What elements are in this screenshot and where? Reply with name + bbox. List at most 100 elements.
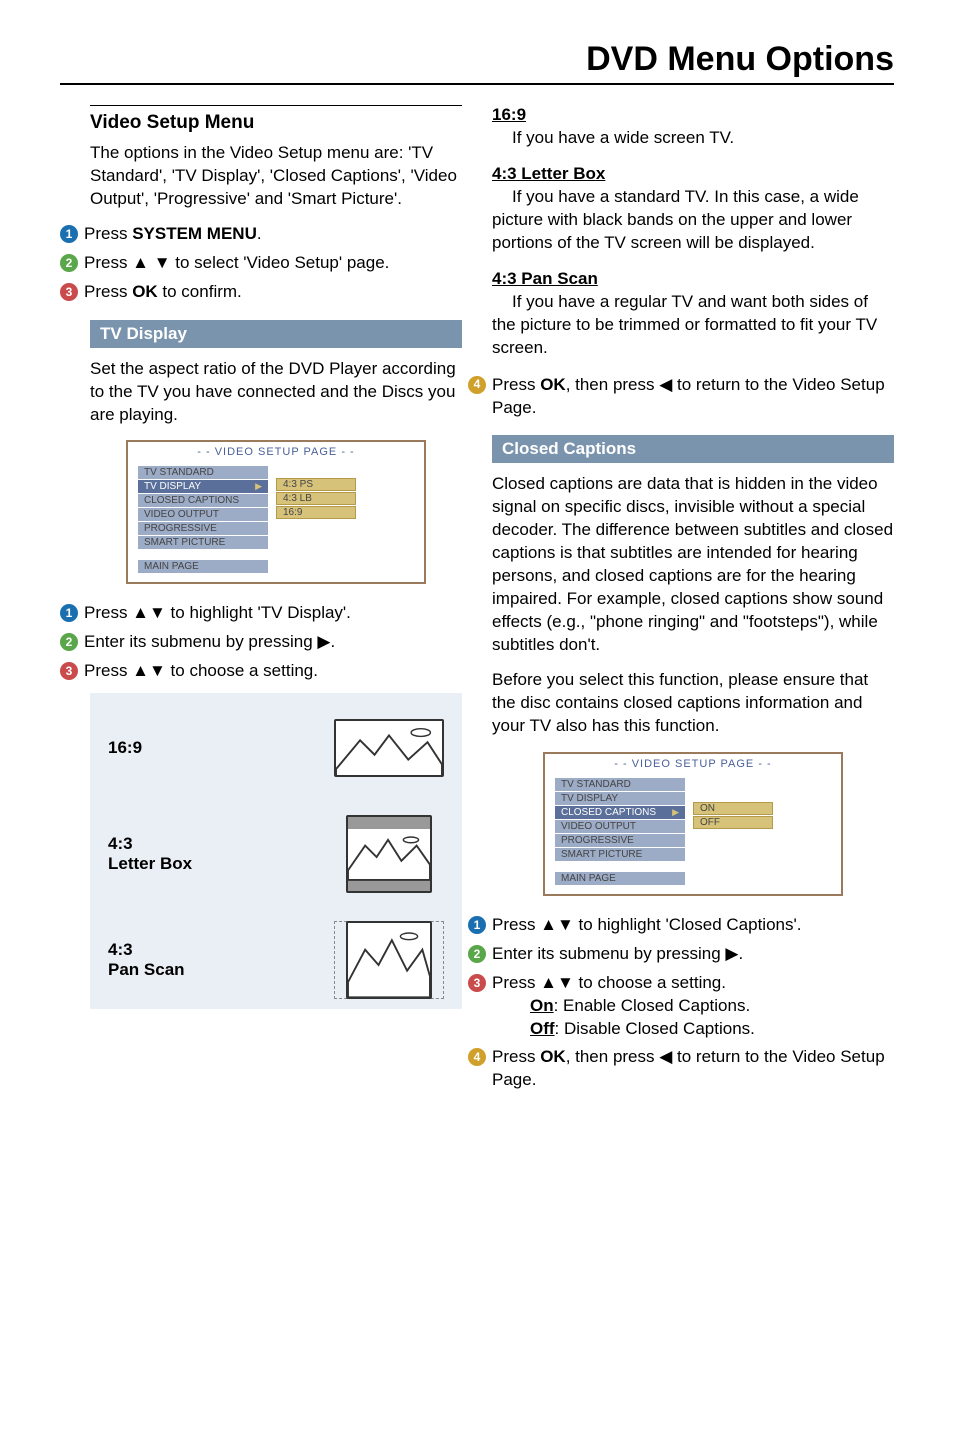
step-num-3-icon: 3 [60,283,78,301]
tv-icon-letterbox [334,815,444,893]
cc-on-desc: : Enable Closed Captions. [554,996,751,1015]
ms1-item-1-label: TV DISPLAY [144,481,201,492]
aspect-r2b: Letter Box [108,854,192,873]
ms1-item-5: SMART PICTURE [138,536,268,549]
step-1: 1 Press SYSTEM MENU. [60,223,462,246]
video-setup-screenshot-tv-display: - - VIDEO SETUP PAGE - - TV STANDARD TV … [126,440,426,584]
ms2-item-3: VIDEO OUTPUT [555,820,685,833]
video-setup-body: The options in the Video Setup menu are:… [90,142,462,211]
ms2-opt-1: OFF [693,816,773,829]
tv-display-body: Set the aspect ratio of the DVD Player a… [90,358,462,427]
right-column: 16:9 If you have a wide screen TV. 4:3 L… [492,105,894,1098]
cc-step4-a: Press [492,1047,540,1066]
ms2-item-2: CLOSED CAPTIONS ▶ [555,806,685,819]
aspect-label-letterbox: 4:3 Letter Box [108,834,192,875]
step-3: 3 Press OK to confirm. [60,281,462,304]
screenshot1-title: - - VIDEO SETUP PAGE - - [128,442,424,466]
cc-step-3-text: Press ▲▼ to choose a setting. On: Enable… [492,972,755,1041]
ms1-item-3: VIDEO OUTPUT [138,508,268,521]
cc-step-4-text: Press OK, then press ◀ to return to the … [492,1046,894,1092]
body-letterbox: If you have a standard TV. In this case,… [492,186,894,255]
ms1-opt-0: 4:3 PS [276,478,356,491]
ms1-item-0: TV STANDARD [138,466,268,479]
ms1-item-1: TV DISPLAY ▶ [138,480,268,493]
tv-step-1-text: Press ▲▼ to highlight 'TV Display'. [84,602,351,625]
ms1-opt-2: 16:9 [276,506,356,519]
screenshot2-title: - - VIDEO SETUP PAGE - - [545,754,841,778]
step-3-text: Press OK to confirm. [84,281,242,304]
ms2-opt-0: ON [693,802,773,815]
step-num-4-icon: 4 [468,376,486,394]
video-setup-screenshot-cc: - - VIDEO SETUP PAGE - - TV STANDARD TV … [543,752,843,896]
ms2-item-2-label: CLOSED CAPTIONS [561,807,656,818]
cc-step-1-text: Press ▲▼ to highlight 'Closed Captions'. [492,914,801,937]
aspect-label-16-9: 16:9 [108,738,142,758]
tv-step-4-text: Press OK, then press ◀ to return to the … [492,374,894,420]
aspect-label-panscan: 4:3 Pan Scan [108,940,185,981]
aspect-r3b: Pan Scan [108,960,185,979]
tv-icon-16-9 [334,709,444,787]
step-1-c: . [257,224,262,243]
step-2-text: Press ▲ ▼ to select 'Video Setup' page. [84,252,389,275]
step-1-b: SYSTEM MENU [132,224,257,243]
body-16-9: If you have a wide screen TV. [492,127,894,150]
body-panscan: If you have a regular TV and want both s… [492,291,894,360]
step-num-3-icon: 3 [468,974,486,992]
ms1-item-4: PROGRESSIVE [138,522,268,535]
aspect-ratio-box: 16:9 4:3 Letter Box [90,693,462,1009]
ms2-item-5: SMART PICTURE [555,848,685,861]
tv-step-4: 4 Press OK, then press ◀ to return to th… [468,374,894,420]
tv-step-3-text: Press ▲▼ to choose a setting. [84,660,318,683]
tv-icon-panscan [334,921,444,999]
ms1-item-2: CLOSED CAPTIONS [138,494,268,507]
step-3-a: Press [84,282,132,301]
step-3-b: OK [132,282,158,301]
mountain-icon [336,721,442,777]
ms2-main-page: MAIN PAGE [555,872,685,885]
chevron-right-icon: ▶ [255,481,262,492]
step-num-1-icon: 1 [60,225,78,243]
cc-step4-b: OK [540,1047,566,1066]
body-16-9-text: If you have a wide screen TV. [512,128,734,147]
aspect-r2a: 4:3 [108,834,133,853]
body-letterbox-text: If you have a standard TV. In this case,… [492,187,859,252]
left-column: Video Setup Menu The options in the Vide… [60,105,462,1098]
ms2-item-0: TV STANDARD [555,778,685,791]
step-num-2-icon: 2 [60,254,78,272]
cc-step3-a: Press ▲▼ to choose a setting. [492,973,726,992]
aspect-row-letterbox: 4:3 Letter Box [108,815,444,893]
step-num-2-icon: 2 [60,633,78,651]
step-1-a: Press [84,224,132,243]
body-panscan-text: If you have a regular TV and want both s… [492,292,877,357]
tv-step-2-text: Enter its submenu by pressing ▶. [84,631,335,654]
ms1-opt-1: 4:3 LB [276,492,356,505]
cc-off-label: Off [530,1019,555,1038]
tv-step4-a: Press [492,375,540,394]
ms1-main-page: MAIN PAGE [138,560,268,573]
aspect-row-panscan: 4:3 Pan Scan [108,921,444,999]
step-num-3-icon: 3 [60,662,78,680]
chevron-right-icon: ▶ [672,807,679,818]
mountain-icon [348,817,430,891]
tv-display-bar: TV Display [90,320,462,348]
step-1-text: Press SYSTEM MENU. [84,223,262,246]
page-title: DVD Menu Options [60,40,894,85]
step-num-4-icon: 4 [468,1048,486,1066]
step-3-c: to confirm. [158,282,242,301]
heading-panscan: 4:3 Pan Scan [492,269,894,289]
step-num-1-icon: 1 [468,916,486,934]
closed-captions-bar: Closed Captions [492,435,894,463]
tv-step4-b: OK [540,375,566,394]
video-setup-heading: Video Setup Menu [90,105,462,134]
heading-16-9: 16:9 [492,105,894,125]
ms2-item-4: PROGRESSIVE [555,834,685,847]
cc-step-3: 3 Press ▲▼ to choose a setting. On: Enab… [468,972,894,1041]
cc-on-label: On [530,996,554,1015]
closed-captions-body-1: Closed captions are data that is hidden … [492,473,894,657]
step-num-1-icon: 1 [60,604,78,622]
ms2-item-1: TV DISPLAY [555,792,685,805]
cc-step-1: 1 Press ▲▼ to highlight 'Closed Captions… [468,914,894,937]
aspect-row-16-9: 16:9 [108,709,444,787]
cc-step-2-text: Enter its submenu by pressing ▶. [492,943,743,966]
cc-step-2: 2 Enter its submenu by pressing ▶. [468,943,894,966]
